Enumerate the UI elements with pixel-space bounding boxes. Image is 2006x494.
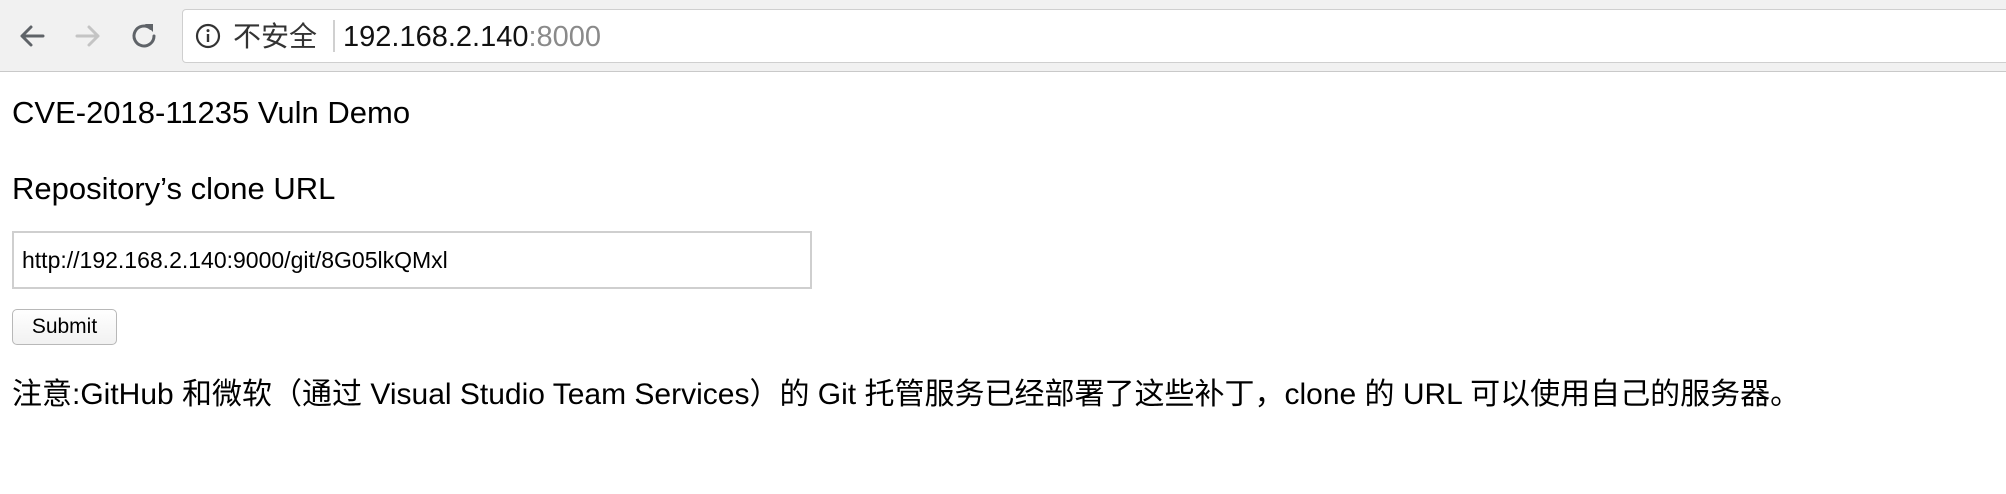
security-label[interactable]: 不安全 bbox=[233, 21, 317, 53]
page-title: CVE-2018-11235 Vuln Demo bbox=[12, 95, 411, 130]
browser-toolbar: 不安全 192.168.2.140:8000 bbox=[0, 0, 2006, 72]
clone-url-input[interactable] bbox=[12, 231, 812, 289]
address-divider bbox=[333, 20, 335, 52]
forward-button[interactable] bbox=[66, 14, 110, 58]
reload-button[interactable] bbox=[122, 14, 166, 58]
url-port: :8000 bbox=[528, 21, 602, 53]
arrow-left-icon bbox=[20, 25, 45, 47]
address-bar[interactable]: 不安全 192.168.2.140:8000 bbox=[182, 9, 2006, 63]
info-icon[interactable] bbox=[195, 23, 221, 49]
clone-url-label: Repository’s clone URL bbox=[12, 171, 336, 206]
submit-button[interactable]: Submit bbox=[12, 309, 117, 345]
arrow-right-icon bbox=[75, 25, 100, 47]
back-button[interactable] bbox=[10, 14, 54, 58]
reload-icon bbox=[132, 24, 156, 48]
notice-text: 注意:GitHub 和微软（通过 Visual Studio Team Serv… bbox=[12, 378, 1801, 411]
url-host: 192.168.2.140 bbox=[343, 21, 529, 53]
url-text[interactable]: 192.168.2.140:8000 bbox=[343, 21, 601, 53]
